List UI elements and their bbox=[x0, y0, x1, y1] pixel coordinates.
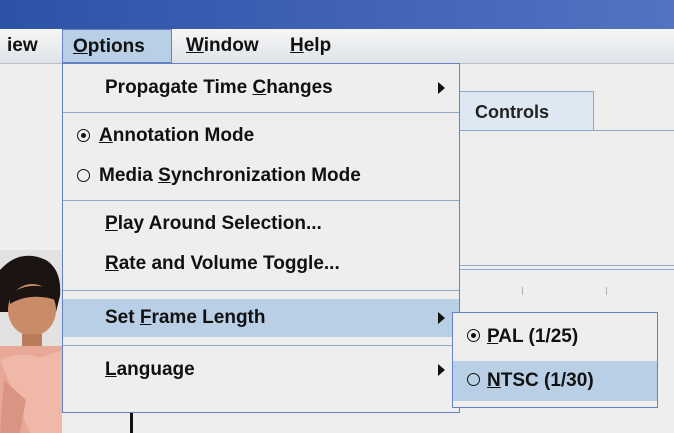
set-frame-length-label: Set Frame Length bbox=[105, 307, 266, 328]
submenu-arrow-icon bbox=[438, 82, 445, 94]
menu-separator bbox=[63, 112, 459, 113]
frame-length-submenu: PAL (1/25) NTSC (1/30) bbox=[452, 312, 658, 408]
menu-help[interactable]: Help bbox=[290, 29, 350, 63]
pal-label: PAL (1/25) bbox=[487, 326, 579, 347]
menu-item-media-sync-mode[interactable]: Media Synchronization Mode bbox=[63, 157, 459, 195]
menu-options-label: Options bbox=[73, 36, 145, 57]
menu-item-play-around-selection[interactable]: Play Around Selection... bbox=[63, 205, 459, 243]
menu-help-label: Help bbox=[290, 35, 332, 56]
menu-bar: iew Options Window Help bbox=[0, 29, 674, 64]
media-sync-label: Media Synchronization Mode bbox=[99, 165, 361, 186]
tab-controls-label: Controls bbox=[475, 102, 549, 122]
menu-item-rate-volume-toggle[interactable]: Rate and Volume Toggle... bbox=[63, 245, 459, 283]
menu-view-label: iew bbox=[7, 35, 38, 56]
radio-selected-icon bbox=[467, 329, 480, 342]
menu-window[interactable]: Window bbox=[186, 29, 276, 63]
tab-underline bbox=[458, 130, 674, 131]
window-title-bar bbox=[0, 0, 674, 29]
submenu-arrow-icon bbox=[438, 312, 445, 324]
ntsc-label: NTSC (1/30) bbox=[487, 370, 594, 391]
menu-item-language[interactable]: Language bbox=[63, 351, 459, 389]
propagate-label: Propagate Time Changes bbox=[105, 77, 333, 98]
menu-options[interactable]: Options bbox=[62, 29, 172, 63]
submenu-item-pal[interactable]: PAL (1/25) bbox=[453, 317, 657, 357]
rate-volume-label: Rate and Volume Toggle... bbox=[105, 253, 340, 274]
options-dropdown-menu: Propagate Time Changes Annotation Mode M… bbox=[62, 63, 460, 413]
annotation-mode-label: Annotation Mode bbox=[99, 125, 255, 146]
radio-selected-icon bbox=[77, 129, 90, 142]
language-label: Language bbox=[105, 359, 195, 380]
menu-separator bbox=[63, 345, 459, 346]
menu-separator bbox=[63, 290, 459, 291]
radio-unselected-icon bbox=[467, 373, 480, 386]
timeline-tick bbox=[606, 287, 607, 295]
menu-window-label: Window bbox=[186, 35, 259, 56]
submenu-arrow-icon bbox=[438, 364, 445, 376]
panel-divider bbox=[458, 265, 674, 270]
menu-view-partial[interactable]: iew bbox=[7, 29, 59, 63]
menu-item-propagate-time-changes[interactable]: Propagate Time Changes bbox=[63, 69, 459, 107]
menu-separator bbox=[63, 200, 459, 201]
submenu-item-ntsc[interactable]: NTSC (1/30) bbox=[453, 361, 657, 401]
radio-unselected-icon bbox=[77, 169, 90, 182]
tab-controls[interactable]: Controls bbox=[458, 91, 594, 131]
menu-item-annotation-mode[interactable]: Annotation Mode bbox=[63, 117, 459, 155]
video-frame-image bbox=[0, 250, 62, 433]
menu-item-set-frame-length[interactable]: Set Frame Length bbox=[63, 299, 459, 337]
play-around-label: Play Around Selection... bbox=[105, 213, 322, 234]
timeline-tick bbox=[522, 287, 523, 295]
